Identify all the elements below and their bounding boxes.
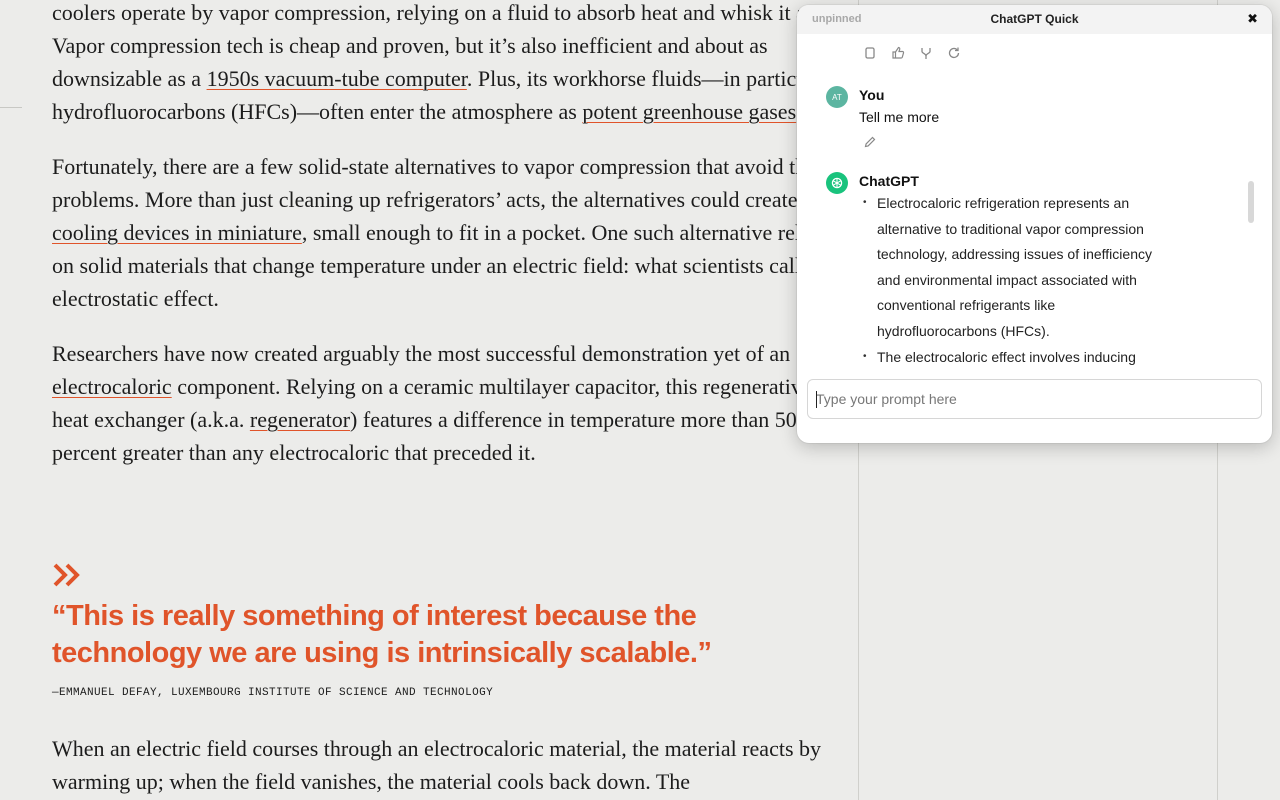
assistant-sender-name: ChatGPT <box>859 173 919 189</box>
openai-logo-icon <box>826 172 848 194</box>
user-message: Tell me more <box>859 109 940 125</box>
edit-pencil-icon[interactable] <box>863 135 877 149</box>
article-paragraph-4: When an electric field courses through a… <box>52 736 822 794</box>
user-sender-name: You <box>859 87 885 103</box>
link-regenerator[interactable]: regenerator <box>250 407 350 432</box>
message-actions <box>863 46 961 60</box>
message-list[interactable]: AT You Tell me more ChatGPT Electrocalor… <box>797 34 1272 370</box>
prompt-input[interactable] <box>807 379 1262 419</box>
popup-title: ChatGPT Quick <box>990 12 1079 26</box>
thumbs-up-icon[interactable] <box>891 46 905 60</box>
link-greenhouse-gases[interactable]: potent greenhouse gases <box>582 99 796 124</box>
scrollbar-thumb[interactable] <box>1248 181 1254 223</box>
close-icon[interactable]: ✖ <box>1247 11 1258 27</box>
copy-icon[interactable] <box>863 46 877 60</box>
assistant-response: Electrocaloric refrigeration represents … <box>859 190 1169 370</box>
popup-header: unpinned ChatGPT Quick ✖ <box>797 5 1272 34</box>
double-chevron-right-icon <box>53 563 80 587</box>
text-caret <box>816 391 817 408</box>
article-body: coolers operate by vapor compression, re… <box>52 0 852 491</box>
article-paragraph-3: Researchers have now created arguably th… <box>52 341 812 465</box>
link-vacuum-tube-computer[interactable]: 1950s vacuum-tube computer <box>207 66 467 91</box>
section-divider <box>0 107 22 108</box>
regenerate-icon[interactable] <box>947 46 961 60</box>
quote-attribution: —EMMANUEL DEFAY, LUXEMBOURG INSTITUTE OF… <box>52 687 494 699</box>
article-paragraph-2: Fortunately, there are a few solid-state… <box>52 154 835 311</box>
link-electrocaloric[interactable]: electrocaloric <box>52 374 172 399</box>
pull-quote: “This is really something of interest be… <box>52 600 712 669</box>
chatgpt-quick-popup: unpinned ChatGPT Quick ✖ AT You Tell me … <box>797 5 1272 443</box>
link-cooling-devices[interactable]: cooling devices in miniature <box>52 220 302 245</box>
fork-icon[interactable] <box>919 46 933 60</box>
user-avatar: AT <box>826 86 848 108</box>
article-paragraph-1: coolers operate by vapor compression, re… <box>52 0 847 124</box>
list-item: The electrocaloric effect involves induc… <box>859 344 1169 370</box>
list-item: Electrocaloric refrigeration represents … <box>859 190 1169 345</box>
